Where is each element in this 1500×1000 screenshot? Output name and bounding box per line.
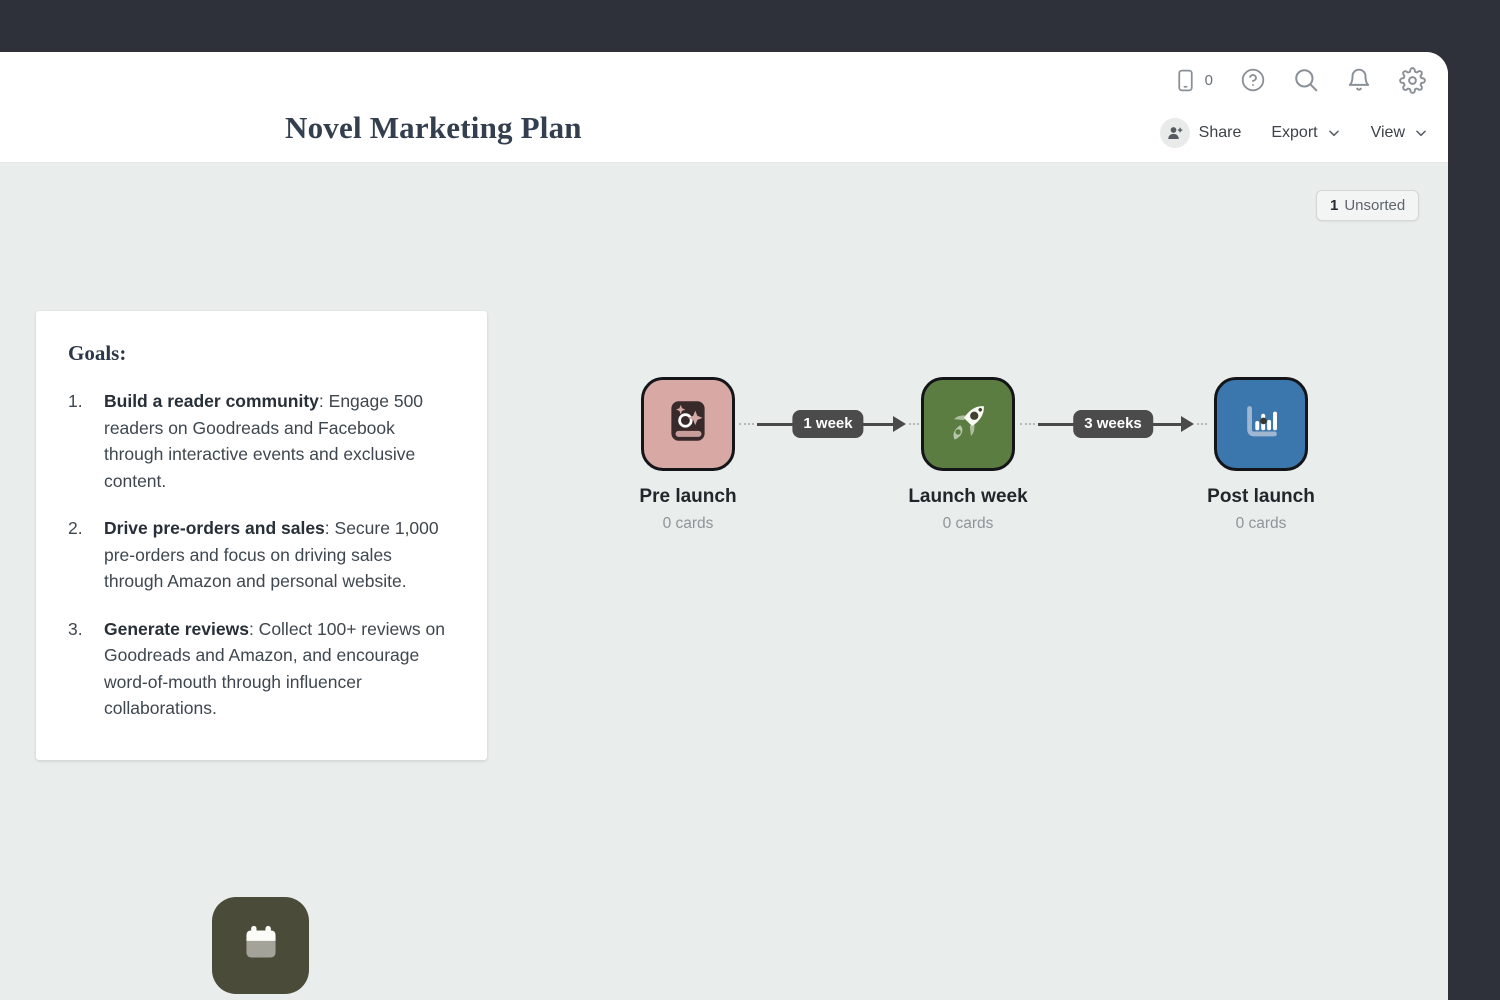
connector-arrowhead [893, 416, 906, 432]
bar-chart-icon [1234, 395, 1288, 454]
connector-dotted-segment [909, 423, 919, 425]
device-count: 0 [1205, 72, 1213, 89]
node-card-count: 0 cards [578, 515, 798, 533]
node-pre-launch[interactable] [641, 377, 735, 471]
connector-dotted-segment [1197, 423, 1207, 425]
node-card-count: 0 cards [858, 515, 1078, 533]
chevron-down-icon [1414, 126, 1428, 140]
unsorted-badge[interactable]: 1 Unsorted [1316, 190, 1419, 221]
list-item: 2. Drive pre-orders and sales: Secure 1,… [68, 515, 455, 595]
chevron-down-icon [1327, 126, 1341, 140]
node-label: Pre launch [578, 486, 798, 508]
calendar-icon [234, 916, 288, 975]
board-header: Novel Marketing Plan 0 [0, 52, 1448, 163]
view-button[interactable]: View [1371, 124, 1428, 142]
phone-icon [1173, 68, 1198, 93]
header-action-row: Share Export View [1160, 116, 1428, 150]
connector-duration-label[interactable]: 3 weeks [1073, 410, 1153, 438]
export-button[interactable]: Export [1271, 124, 1340, 142]
node-label: Launch week [858, 486, 1078, 508]
bell-icon[interactable] [1346, 67, 1372, 93]
node-label: Post launch [1151, 486, 1371, 508]
list-text: Generate reviews: Collect 100+ reviews o… [104, 616, 455, 722]
node-card-count: 0 cards [1151, 515, 1371, 533]
share-label: Share [1199, 124, 1242, 142]
node-launch-week[interactable] [921, 377, 1015, 471]
connector-dotted-segment [739, 423, 754, 425]
rocket-icon [941, 395, 995, 454]
device-indicator[interactable]: 0 [1173, 68, 1213, 93]
goals-card[interactable]: Goals: 1. Build a reader community: Enga… [36, 311, 487, 760]
export-label: Export [1271, 124, 1317, 142]
share-button[interactable]: Share [1160, 118, 1242, 148]
goals-heading: Goals: [68, 341, 455, 366]
magic-book-icon [661, 395, 715, 454]
list-text: Drive pre-orders and sales: Secure 1,000… [104, 515, 455, 595]
node-post-launch[interactable] [1214, 377, 1308, 471]
app-window: Novel Marketing Plan 0 [0, 52, 1448, 1000]
user-plus-icon [1160, 118, 1190, 148]
list-item: 1. Build a reader community: Engage 500 … [68, 388, 455, 494]
unsorted-label: Unsorted [1344, 197, 1405, 214]
list-text: Build a reader community: Engage 500 rea… [104, 388, 455, 494]
connector-dotted-segment [1020, 423, 1035, 425]
unsorted-count: 1 [1330, 197, 1338, 214]
connector-duration-label[interactable]: 1 week [792, 410, 863, 438]
header-icon-row: 0 [1173, 63, 1426, 97]
calendar-node[interactable] [212, 897, 309, 994]
search-icon[interactable] [1293, 67, 1319, 93]
gear-icon[interactable] [1399, 67, 1426, 94]
view-label: View [1371, 124, 1405, 142]
help-icon[interactable] [1240, 67, 1266, 93]
board-title[interactable]: Novel Marketing Plan [285, 109, 582, 147]
list-number: 3. [68, 616, 104, 722]
connector-arrowhead [1181, 416, 1194, 432]
list-number: 2. [68, 515, 104, 595]
list-number: 1. [68, 388, 104, 494]
list-item: 3. Generate reviews: Collect 100+ review… [68, 616, 455, 722]
